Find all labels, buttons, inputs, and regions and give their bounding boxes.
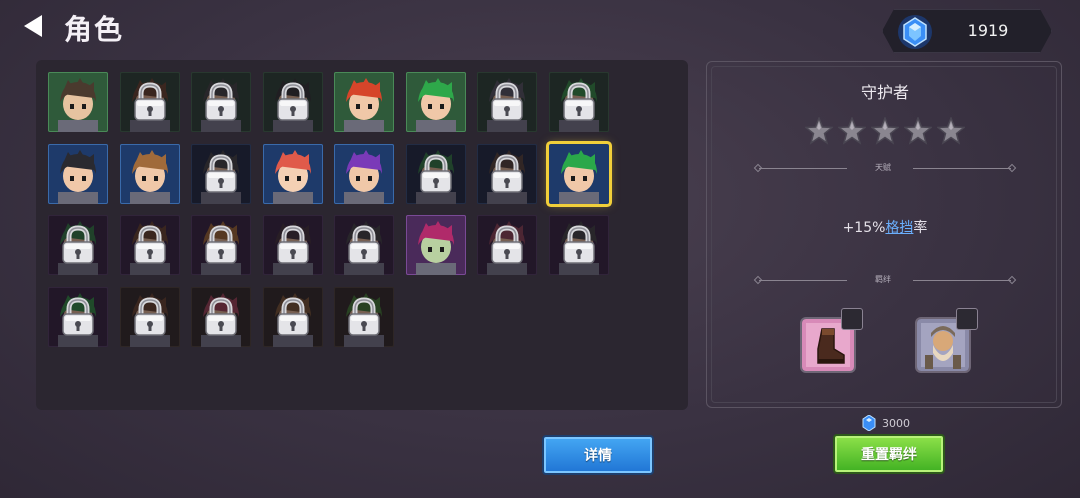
character-portrait-icon	[415, 78, 456, 132]
character-card[interactable]	[334, 72, 394, 132]
character-card[interactable]	[48, 72, 108, 132]
bond-section-label: 羁绊	[875, 275, 891, 284]
padlock-icon	[276, 296, 309, 336]
star-rating	[805, 117, 965, 147]
talent-value: +15%	[842, 220, 886, 236]
locked-character-card[interactable]	[119, 215, 180, 275]
reset-cost: 3000	[862, 414, 910, 432]
reset-bond-button[interactable]: 重置羁绊	[833, 434, 945, 474]
locked-character-card[interactable]	[191, 72, 251, 132]
padlock-icon	[62, 225, 94, 264]
locked-character-card[interactable]	[191, 215, 251, 275]
character-card[interactable]	[48, 143, 108, 204]
gem-count: 1919	[967, 21, 1009, 40]
character-portrait-icon	[558, 149, 599, 204]
character-card[interactable]	[405, 72, 466, 132]
talent-description: +15%格挡率	[707, 217, 1063, 237]
top-bar: 角色 1919	[0, 0, 1080, 56]
padlock-icon	[491, 225, 523, 264]
character-portrait-icon	[415, 221, 456, 275]
star-icon	[838, 117, 866, 145]
block-keyword-link[interactable]: 格挡	[885, 220, 913, 236]
character-roster-grid	[36, 60, 688, 410]
locked-character-card[interactable]	[48, 215, 108, 275]
locked-character-card[interactable]	[477, 215, 537, 275]
character-portrait-icon	[272, 149, 313, 204]
padlock-icon	[276, 225, 309, 264]
character-card[interactable]	[548, 143, 609, 204]
padlock-icon	[348, 225, 380, 264]
locked-character-card[interactable]	[334, 215, 394, 275]
padlock-icon	[133, 82, 166, 121]
padlock-icon	[205, 82, 237, 121]
blue-gem-icon	[898, 15, 932, 49]
character-card[interactable]	[405, 215, 466, 275]
locked-character-card[interactable]	[477, 143, 537, 204]
character-portrait-icon	[129, 149, 170, 204]
locked-character-card[interactable]	[48, 286, 108, 347]
bond-checkbox-1[interactable]	[841, 308, 863, 330]
padlock-icon	[62, 296, 94, 336]
star-icon	[937, 117, 965, 145]
padlock-icon	[348, 296, 380, 336]
locked-character-card[interactable]	[334, 286, 394, 347]
padlock-icon	[205, 153, 237, 193]
back-arrow-icon[interactable]	[20, 12, 48, 40]
locked-character-card[interactable]	[548, 215, 609, 275]
character-card[interactable]	[334, 143, 394, 204]
locked-character-card[interactable]	[191, 286, 251, 347]
page-title: 角色	[64, 13, 125, 46]
padlock-icon	[562, 82, 595, 121]
talent-suffix: 率	[913, 220, 928, 236]
bond-divider: 羁绊	[753, 275, 1017, 287]
star-icon	[805, 117, 833, 145]
bond-checkbox-2[interactable]	[956, 308, 978, 330]
reset-cost-amount: 3000	[882, 416, 910, 430]
locked-character-card[interactable]	[262, 72, 323, 132]
padlock-icon	[562, 225, 595, 264]
padlock-icon	[133, 225, 166, 264]
blue-gem-icon	[862, 415, 876, 431]
character-portrait-icon	[344, 149, 384, 204]
star-icon	[871, 117, 899, 145]
padlock-icon	[276, 82, 309, 121]
talent-divider: 天赋	[753, 163, 1017, 175]
locked-character-card[interactable]	[119, 72, 180, 132]
locked-character-card[interactable]	[262, 286, 323, 347]
locked-character-card[interactable]	[119, 286, 180, 347]
padlock-icon	[491, 153, 523, 193]
locked-character-card[interactable]	[405, 143, 466, 204]
character-portrait-icon	[344, 78, 384, 132]
padlock-icon	[205, 296, 237, 336]
character-name: 守护者	[860, 83, 909, 102]
locked-character-card[interactable]	[262, 215, 323, 275]
padlock-icon	[133, 296, 166, 336]
character-portrait-icon	[58, 149, 98, 204]
locked-character-card[interactable]	[191, 143, 251, 204]
character-card[interactable]	[262, 143, 323, 204]
padlock-icon	[491, 82, 523, 121]
padlock-icon	[205, 225, 237, 264]
locked-character-card[interactable]	[477, 72, 537, 132]
character-card[interactable]	[119, 143, 180, 204]
locked-character-card[interactable]	[548, 72, 609, 132]
currency-display: 1919	[882, 9, 1052, 53]
talent-section-label: 天赋	[875, 163, 891, 172]
padlock-icon	[419, 153, 452, 193]
character-portrait-icon	[58, 78, 98, 132]
character-detail-panel: 守护者 天赋 +15%格挡率 羁绊	[706, 61, 1062, 408]
star-icon	[904, 117, 932, 145]
detail-button[interactable]: 详情	[542, 435, 654, 475]
